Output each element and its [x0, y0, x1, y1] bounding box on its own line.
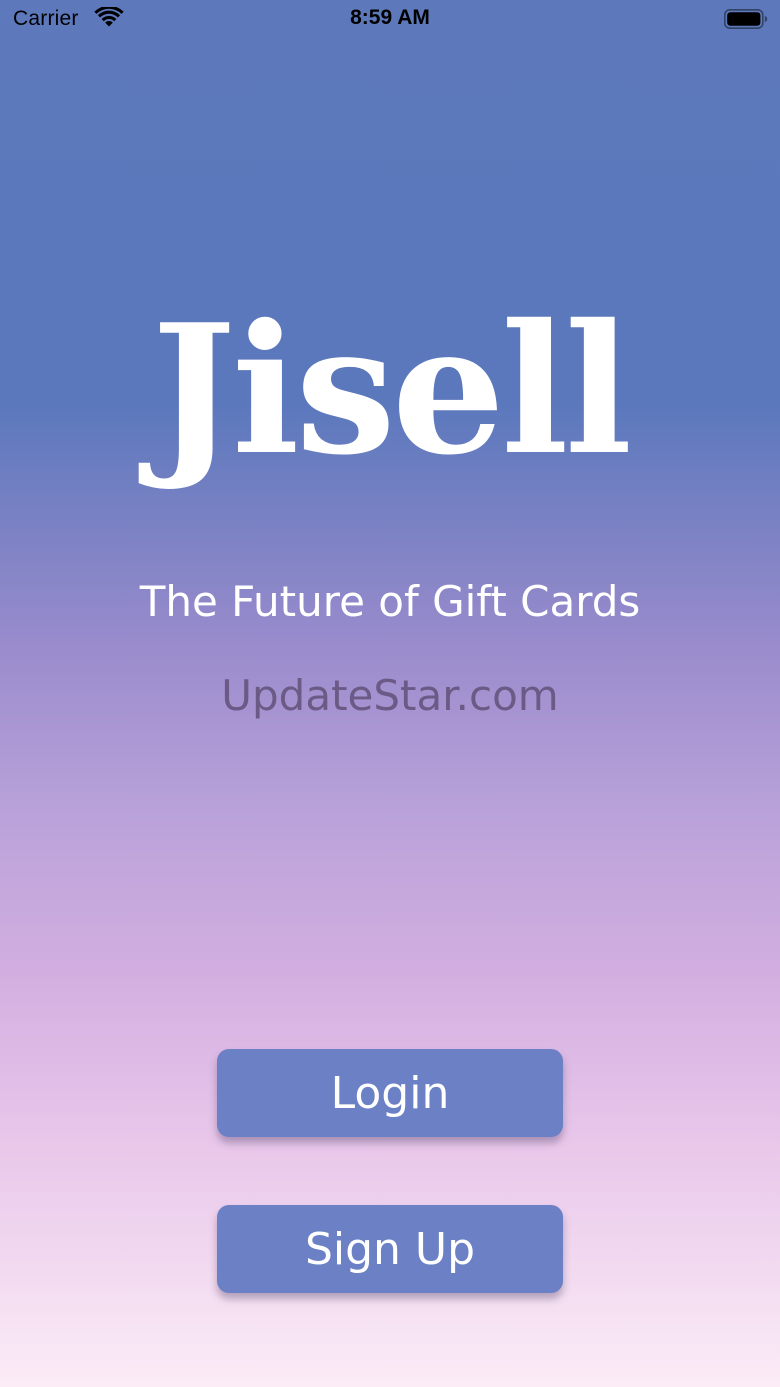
- app-logo: Jisell: [151, 285, 633, 494]
- status-time: 8:59 AM: [350, 6, 430, 29]
- login-button[interactable]: Login: [217, 1049, 563, 1137]
- login-button-label: Login: [330, 1067, 450, 1119]
- battery-icon: [724, 9, 768, 29]
- watermark-text: UpdateStar.com: [221, 671, 559, 720]
- sign-up-button-label: Sign Up: [304, 1223, 476, 1275]
- status-bar: Carrier 8:59 AM: [0, 0, 780, 40]
- tagline: The Future of Gift Cards: [139, 577, 641, 626]
- sign-up-button[interactable]: Sign Up: [217, 1205, 563, 1293]
